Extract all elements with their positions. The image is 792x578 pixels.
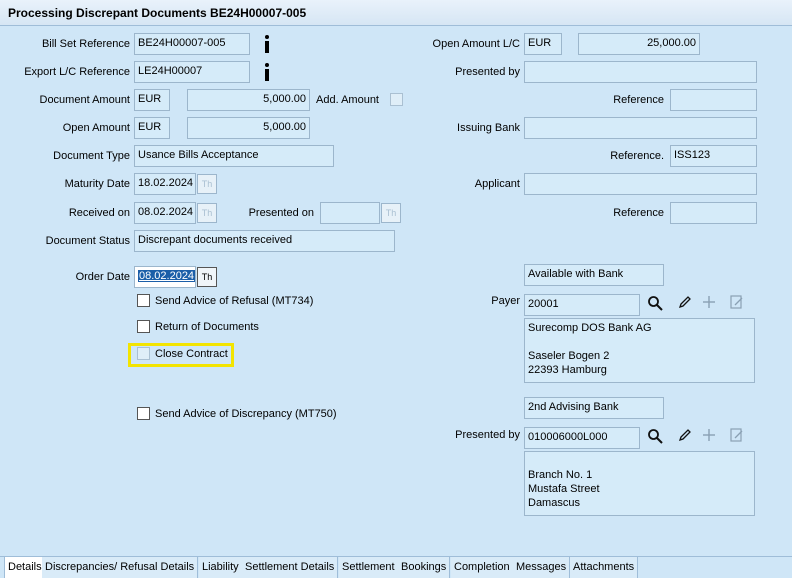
add-amount-checkbox[interactable] <box>390 93 403 106</box>
presented-by-label: Presented by <box>455 429 520 441</box>
received-on-label: Received on <box>68 207 130 219</box>
tab-messages[interactable]: Messages <box>513 557 571 578</box>
maturity-date-field[interactable]: 18.02.2024 <box>134 173 196 195</box>
issuing-bank-field[interactable] <box>524 117 757 139</box>
payer-address[interactable]: Surecomp DOS Bank AG Saseler Bogen 2 223… <box>524 318 755 383</box>
reference-3-label: Reference <box>613 207 664 219</box>
close-contract-label: Close Contract <box>155 348 228 360</box>
document-status-field[interactable]: Discrepant documents received <box>134 230 395 252</box>
presented-by-toolbar <box>646 428 746 448</box>
reference-2-label: Reference. <box>610 150 664 162</box>
applicant-field[interactable] <box>524 173 757 195</box>
presented-on-label: Presented on <box>248 207 314 219</box>
calendar-icon[interactable]: Th <box>197 267 217 287</box>
calendar-icon[interactable]: Th <box>197 203 217 223</box>
pencil-icon[interactable] <box>676 295 694 313</box>
issuing-bank-label: Issuing Bank <box>457 122 520 134</box>
notes-icon[interactable] <box>728 428 746 446</box>
window-title: Processing Discrepant Documents BE24H000… <box>0 0 792 26</box>
payer-toolbar <box>646 295 746 315</box>
plus-icon[interactable] <box>700 428 718 446</box>
order-date-label: Order Date <box>75 271 130 283</box>
tab-settlement[interactable]: Settlement <box>339 557 399 578</box>
presented-by-top-field[interactable] <box>524 61 757 83</box>
presented-by-field[interactable]: 010006000L000 <box>524 427 640 449</box>
received-on-field[interactable]: 08.02.2024 <box>134 202 196 224</box>
order-date-field[interactable]: 08.02.2024 <box>134 266 196 288</box>
reference-3-field[interactable] <box>670 202 757 224</box>
reference-1-label: Reference <box>613 94 664 106</box>
close-contract-checkbox[interactable] <box>137 347 150 360</box>
reference-1-field[interactable] <box>670 89 757 111</box>
return-documents-label: Return of Documents <box>155 321 259 333</box>
presented-by-address[interactable]: Branch No. 1 Mustafa Street Damascus <box>524 451 755 516</box>
presented-on-field[interactable] <box>320 202 380 224</box>
payer-field[interactable]: 20001 <box>524 294 640 316</box>
open-amount-currency[interactable]: EUR <box>134 117 170 139</box>
presented-by-top-label: Presented by <box>455 66 520 78</box>
calendar-icon[interactable]: Th <box>381 203 401 223</box>
add-amount-label: Add. Amount <box>316 94 379 106</box>
tab-discrepancies[interactable]: Discrepancies/ Refusal Details <box>42 557 199 578</box>
reference-2-field[interactable]: ISS123 <box>670 145 757 167</box>
tab-liability[interactable]: Liability <box>199 557 243 578</box>
document-status-label: Document Status <box>45 235 130 247</box>
payer-label: Payer <box>491 295 520 307</box>
document-type-label: Document Type <box>53 150 130 162</box>
pencil-icon[interactable] <box>676 428 694 446</box>
send-advice-refusal-checkbox[interactable] <box>137 294 150 307</box>
search-icon[interactable] <box>646 295 664 313</box>
bill-set-reference-label: Bill Set Reference <box>41 38 130 50</box>
search-icon[interactable] <box>646 428 664 446</box>
send-advice-discrepancy-checkbox[interactable] <box>137 407 150 420</box>
open-amount-label: Open Amount <box>62 122 130 134</box>
send-advice-refusal-label: Send Advice of Refusal (MT734) <box>155 295 314 307</box>
open-amount-field[interactable]: 5,000.00 <box>187 117 310 139</box>
details-panel: Bill Set Reference BE24H00007-005 Export… <box>0 27 792 554</box>
notes-icon[interactable] <box>728 295 746 313</box>
order-date-value: 08.02.2024 <box>138 270 195 282</box>
calendar-icon[interactable]: Th <box>197 174 217 194</box>
export-lc-reference-label: Export L/C Reference <box>24 66 130 78</box>
tab-completion[interactable]: Completion <box>451 557 514 578</box>
tab-bar: Details Discrepancies/ Refusal Details L… <box>0 556 792 578</box>
bill-set-reference-field[interactable]: BE24H00007-005 <box>134 33 250 55</box>
plus-icon[interactable] <box>700 295 718 313</box>
open-amount-lc-label: Open Amount L/C <box>432 38 520 50</box>
info-icon[interactable] <box>263 63 271 81</box>
applicant-label: Applicant <box>474 178 520 190</box>
tab-attachments[interactable]: Attachments <box>570 557 639 578</box>
document-amount-field[interactable]: 5,000.00 <box>187 89 310 111</box>
tab-details[interactable]: Details <box>4 557 46 578</box>
maturity-date-label: Maturity Date <box>64 178 130 190</box>
document-type-field[interactable]: Usance Bills Acceptance <box>134 145 334 167</box>
tab-settlement-details[interactable]: Settlement Details <box>242 557 339 578</box>
available-with-field[interactable]: Available with Bank <box>524 264 664 286</box>
return-documents-checkbox[interactable] <box>137 320 150 333</box>
open-amount-lc-currency[interactable]: EUR <box>524 33 562 55</box>
export-lc-reference-field[interactable]: LE24H00007 <box>134 61 250 83</box>
open-amount-lc-field[interactable]: 25,000.00 <box>578 33 700 55</box>
advising-bank-field[interactable]: 2nd Advising Bank <box>524 397 664 419</box>
document-amount-currency[interactable]: EUR <box>134 89 170 111</box>
document-amount-label: Document Amount <box>39 94 131 106</box>
info-icon[interactable] <box>263 35 271 53</box>
tab-bookings[interactable]: Bookings <box>398 557 451 578</box>
send-advice-discrepancy-label: Send Advice of Discrepancy (MT750) <box>155 408 337 420</box>
